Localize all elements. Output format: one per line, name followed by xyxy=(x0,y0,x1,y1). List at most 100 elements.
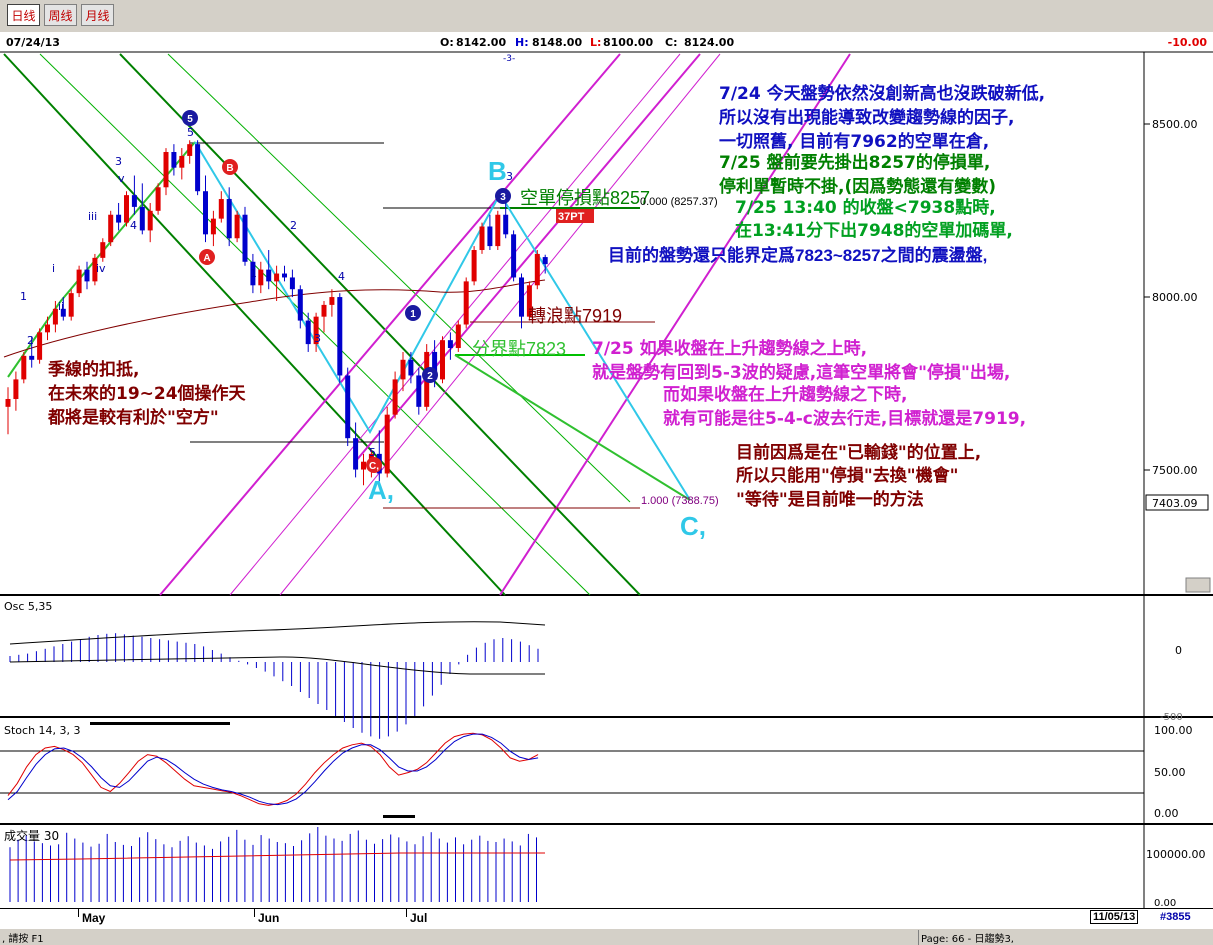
stoch-tick-100: 100.00 xyxy=(1154,724,1193,737)
candle-body xyxy=(400,359,406,380)
osc-tick-neg: -500 xyxy=(1160,712,1183,723)
note-blue-line-3: 一切照舊, 目前有7962的空單在倉, xyxy=(719,131,989,152)
candle-body xyxy=(76,269,82,294)
date-axis: May Jun Jul 11/05/13 #3855 xyxy=(0,908,1213,931)
note-green-line-1: 7/25 盤前要先掛出8257的停損單, xyxy=(719,152,990,173)
zoom-icon[interactable] xyxy=(1185,577,1211,593)
month-label-may: May xyxy=(82,911,106,925)
wave-count-3c: 3 xyxy=(506,170,513,183)
candle-body xyxy=(282,273,287,278)
stoch-axis: 100.00 50.00 0.00 xyxy=(1154,724,1193,820)
candle-body xyxy=(234,214,240,239)
candle-body xyxy=(116,214,122,223)
candle-body xyxy=(21,355,27,380)
note-green: 7/25 盤前要先掛出8257的停損單, 停利單暫時不掛,(因爲勢態還有變數) … xyxy=(719,152,1013,241)
volume-tick-100000: 100000.00 xyxy=(1146,848,1206,861)
note-maroon: 目前因爲是在"已輸錢"的位置上, 所以只能用"停損"去換"機會" "等待"是目前… xyxy=(736,442,981,510)
wave-count-2: 2 xyxy=(27,334,34,347)
top-marker: -3- xyxy=(503,54,515,64)
candle-body xyxy=(29,355,35,360)
candle-body xyxy=(179,155,185,168)
candle-body xyxy=(5,398,11,407)
monthly-button[interactable]: 月线 xyxy=(81,4,114,26)
candle-body xyxy=(171,152,177,168)
wave-count-3b: 3 xyxy=(314,332,321,345)
header-high: 8148.00 xyxy=(532,36,582,49)
volume-bars xyxy=(9,827,537,902)
stoch-title: Stoch 14, 3, 3 xyxy=(4,724,81,737)
wave-marker-5-label: 5 xyxy=(187,114,193,125)
wave-count-iv: iv xyxy=(96,262,106,275)
candle-body xyxy=(408,359,414,376)
note-maroon-line-2: 所以只能用"停損"去換"機會" xyxy=(736,465,958,486)
fib-top-label: 0.000 (8257.37) xyxy=(640,196,718,208)
candle-body xyxy=(163,152,169,188)
osc-title: Osc 5,35 xyxy=(4,600,52,613)
header-close: 8124.00 xyxy=(684,36,734,49)
price-tick-7500: 7500.00 xyxy=(1152,464,1198,477)
candle-body xyxy=(329,297,335,305)
candle-body xyxy=(266,269,272,282)
wave-count-2b: 2 xyxy=(290,219,297,232)
wave-label-b-big: B xyxy=(488,156,507,186)
candle-body xyxy=(45,324,50,333)
note-blue-line-1: 7/24 今天盤勢依然沒創新高也沒跌破新低, xyxy=(719,83,1045,104)
candle-body xyxy=(345,375,351,439)
wave-label-c-big: C, xyxy=(680,511,706,541)
fib-bottom-label: 1.000 (7388.75) xyxy=(641,495,719,507)
note-magenta-line-4: 就有可能是往5-4-c波去行走,目標就還是7919, xyxy=(663,408,1026,429)
candle-body xyxy=(416,375,422,407)
wave-label-a-big: A, xyxy=(368,475,394,505)
wave-marker-c-label: C, xyxy=(369,461,379,472)
candle-body xyxy=(131,195,137,207)
wave-count-1: 1 xyxy=(20,290,27,303)
candle-body xyxy=(124,195,129,223)
note-blue: 7/24 今天盤勢依然沒創新高也沒跌破新低, 所以沒有出現能導致改變趨勢線的因子… xyxy=(719,83,1045,152)
weekly-button[interactable]: 周线 xyxy=(44,4,77,26)
candle-body xyxy=(463,281,469,325)
note-blue-line-2: 所以沒有出現能導致改變趨勢線的因子, xyxy=(719,107,1014,128)
record-number: #3855 xyxy=(1160,911,1191,923)
stoch-tick-50: 50.00 xyxy=(1154,766,1186,779)
wave-count-5: 5 xyxy=(187,126,194,139)
candle-body xyxy=(337,297,343,376)
note-blue-range: 目前的盤勢還只能界定爲7823~8257之間的震盪盤, xyxy=(608,245,987,265)
note-maroon-line-1: 目前因爲是在"已輸錢"的位置上, xyxy=(736,442,981,463)
candle-body xyxy=(297,289,303,321)
month-label-jun: Jun xyxy=(258,911,280,925)
last-price-label: 7403.09 xyxy=(1152,497,1198,510)
stoch-tick-0: 0.00 xyxy=(1154,807,1179,820)
candle-body xyxy=(210,218,216,235)
stop-label: 空單停損點8257 xyxy=(520,188,650,208)
status-right: Page: 66 - 日趨勢3, xyxy=(918,930,1014,945)
candle-body xyxy=(511,234,517,278)
candle-body xyxy=(384,414,390,474)
candle-body xyxy=(392,379,398,415)
wave-count-4b: 4 xyxy=(338,270,345,283)
wave-marker-a-label: A xyxy=(203,253,210,264)
candle-body xyxy=(100,242,106,258)
candle-body xyxy=(258,269,264,286)
candle-body xyxy=(471,250,477,282)
candle-body xyxy=(218,199,224,219)
candle-body xyxy=(274,273,280,282)
osc-bars xyxy=(9,633,539,739)
candle-body xyxy=(503,214,509,235)
header-change: -10.00 xyxy=(1168,36,1208,49)
status-bar: , 請按 F1 Page: 66 - 日趨勢3, xyxy=(0,929,1213,945)
candle-body xyxy=(289,277,295,290)
candle-body xyxy=(147,210,153,231)
note-green-line-3: 7/25 13:40 的收盤<7938點時, xyxy=(735,197,996,218)
candle-body xyxy=(226,199,232,239)
candle-body xyxy=(37,332,43,360)
note-left: 季線的扣抵, 在未來的19~24個操作天 都將是較有利於"空方" xyxy=(47,359,247,428)
note-magenta-line-2: 就是盤勢有回到5-3波的疑慮,這筆空單將會"停損"出場, xyxy=(592,362,1010,383)
daily-button[interactable]: 日线 xyxy=(7,4,40,26)
candle-body xyxy=(487,226,493,247)
candle-body xyxy=(187,144,193,156)
price-axis: 8500.00 8000.00 7500.00 7403.09 xyxy=(1144,118,1209,511)
wave-count-1b: 1 xyxy=(250,267,257,280)
chart-area: 07/24/13 O: 8142.00 H: 8148.00 L: 8100.0… xyxy=(0,32,1213,908)
candle-body xyxy=(321,304,327,317)
note-left-line-1: 季線的扣抵, xyxy=(48,359,139,380)
